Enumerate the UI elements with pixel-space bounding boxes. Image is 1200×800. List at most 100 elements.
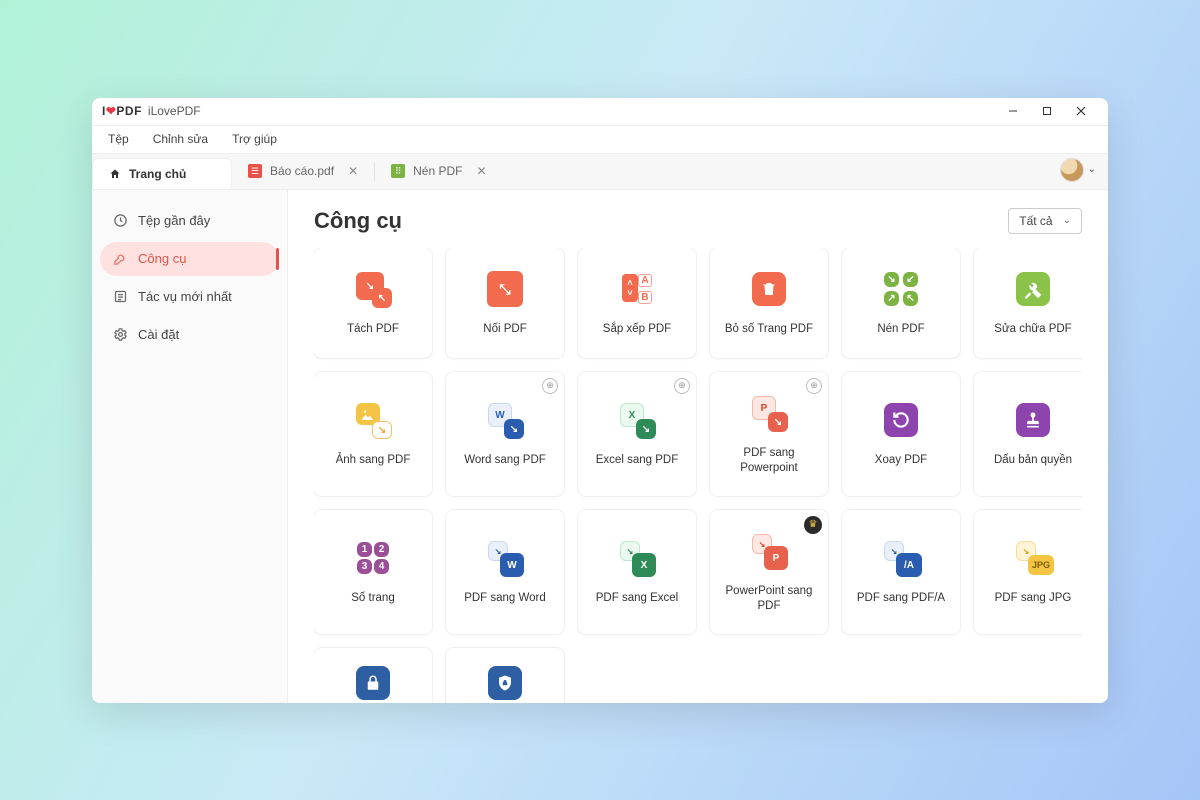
tool-merge-pdf[interactable]: ⤡ Nối PDF [446, 248, 564, 358]
tool-pdf-to-pdfa[interactable]: ↘/A PDF sang PDF/A [842, 510, 960, 634]
menu-file[interactable]: Tệp [108, 132, 129, 146]
tool-image-to-pdf[interactable]: ↘ Ảnh sang PDF [314, 372, 432, 496]
split-icon: ↘↖ [352, 268, 394, 310]
tool-label: Bỏ số Trang PDF [719, 322, 819, 336]
tab-close-button[interactable]: ✕ [348, 164, 358, 178]
lock-icon [352, 662, 394, 703]
tool-rotate-pdf[interactable]: Xoay PDF [842, 372, 960, 496]
image-icon: ↘ [352, 399, 394, 441]
tab-document-2[interactable]: ⠿ Nén PDF ✕ [375, 154, 502, 189]
sidebar-item-recent[interactable]: Tệp gần đây [100, 204, 279, 238]
powerpoint-icon: P↘ [748, 392, 790, 434]
tool-label: Excel sang PDF [590, 453, 684, 467]
excel-icon: X↘ [616, 399, 658, 441]
tool-unlock-pdf[interactable] [446, 648, 564, 703]
tool-label: Dấu bản quyền [988, 453, 1078, 467]
page-title: Công cụ [314, 208, 402, 234]
pages-icon: 12 34 [352, 537, 394, 579]
tools-grid: ↘↖ Tách PDF ⤡ Nối PDF ˄˅ A B Sắp xếp PDF [314, 248, 1082, 703]
tool-pdf-to-excel[interactable]: ↘X PDF sang Excel [578, 510, 696, 634]
tool-word-to-pdf[interactable]: ⊕ W↘ Word sang PDF [446, 372, 564, 496]
crown-icon: ♛ [804, 516, 822, 534]
pdf-file-icon: ☰ [248, 164, 262, 178]
tool-label: Nối PDF [477, 322, 532, 336]
main-panel: Công cụ Tất cả ⌄ ↘↖ Tách PDF ⤡ Nối PDF [288, 190, 1108, 703]
repair-icon [1012, 268, 1054, 310]
jpg-icon: ↘JPG [1012, 537, 1054, 579]
tool-excel-to-pdf[interactable]: ⊕ X↘ Excel sang PDF [578, 372, 696, 496]
window-close-button[interactable] [1064, 98, 1098, 126]
avatar [1060, 158, 1084, 182]
menubar: Tệp Chỉnh sửa Trợ giúp [92, 126, 1108, 154]
tool-compress-pdf[interactable]: ↘↙↗↖ Nén PDF [842, 248, 960, 358]
tool-label: PDF sang PDF/A [851, 591, 951, 605]
tool-page-numbers[interactable]: 12 34 Số trang [314, 510, 432, 634]
filter-label: Tất cả [1019, 214, 1052, 228]
sidebar-item-settings[interactable]: Cài đặt [100, 318, 279, 352]
window-maximize-button[interactable] [1030, 98, 1064, 126]
tool-pdf-to-jpg[interactable]: ↘JPG PDF sang JPG [974, 510, 1082, 634]
globe-icon: ⊕ [806, 378, 822, 394]
app-logo: I❤PDF [102, 104, 142, 118]
tool-protect-pdf[interactable] [314, 648, 432, 703]
tool-label: Ảnh sang PDF [330, 453, 417, 467]
body: Tệp gần đây Công cụ Tác vụ mới nhất Cài … [92, 190, 1108, 703]
tool-label: PDF sang JPG [989, 591, 1078, 605]
tool-label: Sửa chữa PDF [988, 322, 1077, 336]
tool-pdf-to-powerpoint[interactable]: ⊕ P↘ PDF sang Powerpoint [710, 372, 828, 496]
tabs-row: Trang chủ ☰ Báo cáo.pdf ✕ ⠿ Nén PDF ✕ ⌄ [92, 154, 1108, 190]
rotate-icon [880, 399, 922, 441]
tab-document-2-label: Nén PDF [413, 164, 462, 178]
stamp-icon [1012, 399, 1054, 441]
word-icon: W↘ [484, 399, 526, 441]
tab-document-1-label: Báo cáo.pdf [270, 164, 334, 178]
main-header: Công cụ Tất cả ⌄ [314, 208, 1082, 234]
tool-repair-pdf[interactable]: Sửa chữa PDF [974, 248, 1082, 358]
chevron-down-icon: ⌄ [1063, 215, 1071, 226]
compress-file-icon: ⠿ [391, 164, 405, 178]
menu-help[interactable]: Trợ giúp [232, 132, 277, 146]
window-minimize-button[interactable] [996, 98, 1030, 126]
merge-icon: ⤡ [484, 268, 526, 310]
globe-icon: ⊕ [674, 378, 690, 394]
excel-icon: ↘X [616, 537, 658, 579]
tool-powerpoint-to-pdf[interactable]: ♛ ↘P PowerPoint sang PDF [710, 510, 828, 634]
word-icon: ↘W [484, 537, 526, 579]
tool-label: Sắp xếp PDF [597, 322, 677, 336]
tool-label: PDF sang Excel [590, 591, 684, 605]
tab-home[interactable]: Trang chủ [92, 158, 232, 189]
sidebar-item-tools[interactable]: Công cụ [100, 242, 279, 276]
organize-icon: ˄˅ A B [616, 268, 658, 310]
sidebar-item-label: Cài đặt [138, 327, 179, 342]
chevron-down-icon: ⌄ [1088, 164, 1096, 175]
sidebar-item-tasks[interactable]: Tác vụ mới nhất [100, 280, 279, 314]
menu-edit[interactable]: Chỉnh sửa [153, 132, 208, 146]
tool-label: Tách PDF [341, 322, 405, 336]
pdfa-icon: ↘/A [880, 537, 922, 579]
filter-dropdown[interactable]: Tất cả ⌄ [1008, 208, 1082, 234]
app-name: iLovePDF [148, 104, 201, 118]
gear-icon [112, 327, 128, 343]
list-icon [112, 289, 128, 305]
tool-watermark[interactable]: Dấu bản quyền [974, 372, 1082, 496]
tool-label: Nén PDF [871, 322, 930, 336]
tab-close-button[interactable]: ✕ [476, 164, 486, 178]
shield-icon [484, 662, 526, 703]
tab-home-label: Trang chủ [129, 167, 186, 181]
tool-label: Word sang PDF [458, 453, 552, 467]
tool-pdf-to-word[interactable]: ↘W PDF sang Word [446, 510, 564, 634]
app-window: I❤PDF iLovePDF Tệp Chỉnh sửa Trợ giúp Tr… [92, 98, 1108, 703]
tool-split-pdf[interactable]: ↘↖ Tách PDF [314, 248, 432, 358]
account-menu[interactable]: ⌄ [1060, 158, 1096, 182]
titlebar: I❤PDF iLovePDF [92, 98, 1108, 126]
tool-remove-pages[interactable]: Bỏ số Trang PDF [710, 248, 828, 358]
sidebar-item-label: Tác vụ mới nhất [138, 289, 232, 304]
home-icon [109, 168, 121, 180]
globe-icon: ⊕ [542, 378, 558, 394]
tab-document-1[interactable]: ☰ Báo cáo.pdf ✕ [232, 154, 374, 189]
sidebar-item-label: Tệp gần đây [138, 213, 210, 228]
tool-label: PDF sang Word [458, 591, 552, 605]
tool-organize-pdf[interactable]: ˄˅ A B Sắp xếp PDF [578, 248, 696, 358]
compress-icon: ↘↙↗↖ [880, 268, 922, 310]
tool-label: Xoay PDF [869, 453, 933, 467]
